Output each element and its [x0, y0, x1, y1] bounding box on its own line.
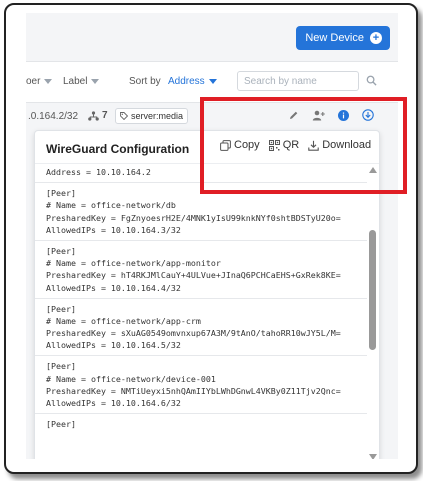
divider	[35, 297, 367, 299]
divider	[35, 182, 367, 184]
label-filter-label: Label	[63, 76, 88, 87]
peer-psk: PresharedKey = hT4RKJMlCauY+4ULVue+JInaQ…	[46, 270, 341, 281]
peer-header: [Peer]	[46, 361, 76, 372]
sort-by-label: Sort by	[129, 76, 161, 87]
top-bar: New Device +	[26, 13, 398, 62]
peer-header: [Peer]	[46, 245, 76, 256]
label-filter[interactable]: Label	[63, 76, 100, 87]
peer-block: [Peer] # Name = office-network/app-monit…	[35, 245, 367, 294]
peer-allowed-ips: AllowedIPs = 10.10.164.5/32	[46, 340, 181, 351]
peers-count: 7	[88, 110, 108, 121]
panel-header: WireGuard Configuration Copy QR Download	[35, 131, 379, 164]
peer-header: [Peer]	[46, 303, 76, 314]
peer-allowed-ips: AllowedIPs = 10.10.164.4/32	[46, 282, 181, 293]
panel-actions: Copy QR Download	[220, 139, 371, 151]
tag-icon	[120, 112, 128, 120]
device-ip: .0.164.2/32	[28, 111, 79, 122]
panel-title: WireGuard Configuration	[46, 142, 190, 156]
scrollbar-thumb[interactable]	[369, 230, 376, 350]
qr-button[interactable]: QR	[268, 139, 300, 151]
config-scrollbar[interactable]	[368, 164, 378, 459]
window-frame: New Device + oer Label Sort by Address S…	[4, 3, 418, 474]
peer-psk: PresharedKey = FgZnyoesrH2E/4MNK1yIsU99k…	[46, 212, 341, 223]
filter-bar: oer Label Sort by Address Search by name	[26, 62, 398, 103]
wireguard-config-panel: WireGuard Configuration Copy QR Download…	[34, 130, 380, 459]
divider	[35, 413, 367, 415]
caret-down-icon	[91, 79, 100, 84]
row-actions	[288, 109, 374, 121]
add-user-icon[interactable]	[312, 110, 325, 121]
copy-button[interactable]: Copy	[220, 139, 260, 151]
config-text[interactable]: Address = 10.10.164.2 [Peer] # Name = of…	[35, 164, 367, 459]
search-input[interactable]: Search by name	[237, 71, 359, 91]
peer-name: # Name = office-network/db	[46, 200, 176, 211]
search-placeholder: Search by name	[244, 75, 317, 87]
new-device-button[interactable]: New Device +	[296, 26, 390, 50]
app-area: New Device + oer Label Sort by Address S…	[26, 13, 398, 459]
caret-down-icon	[208, 79, 217, 84]
peer-name: # Name = office-network/device-001	[46, 373, 216, 384]
sort-select[interactable]: Address	[168, 76, 217, 87]
peer-block: [Peer] # Name = office-network/db Presha…	[35, 187, 367, 236]
divider	[35, 239, 367, 241]
peer-block: [Peer] # Name = office-network/app-crm P…	[35, 303, 367, 352]
download-button[interactable]: Download	[308, 139, 371, 151]
config-address-line: Address = 10.10.164.2	[46, 167, 151, 177]
peer-allowed-ips: AllowedIPs = 10.10.164.3/32	[46, 224, 181, 235]
sort-value: Address	[168, 76, 205, 87]
peers-icon	[88, 110, 99, 121]
sort-by-text: Sort by	[129, 76, 161, 87]
caret-down-icon	[44, 79, 53, 84]
peer-name: # Name = office-network/app-monitor	[46, 258, 221, 269]
peer-header: [Peer]	[46, 188, 76, 199]
divider	[35, 355, 367, 357]
plus-icon: +	[370, 32, 382, 44]
copy-label: Copy	[234, 139, 260, 151]
qr-icon	[268, 139, 280, 151]
peer-block: [Peer] # Name = office-network/device-00…	[35, 360, 367, 409]
new-device-label: New Device	[305, 32, 364, 44]
device-tag: server:media	[115, 108, 189, 124]
type-filter[interactable]: oer	[26, 76, 53, 87]
info-icon[interactable]	[338, 109, 349, 121]
search-icon[interactable]	[366, 75, 377, 86]
peer-name: # Name = office-network/app-crm	[46, 315, 201, 326]
download-circle-icon[interactable]	[362, 109, 374, 121]
edit-icon[interactable]	[288, 110, 299, 121]
copy-icon	[220, 139, 231, 151]
peer-psk: PresharedKey = sXuAG0549omvnxup67A3M/9tA…	[46, 328, 341, 339]
qr-label: QR	[282, 139, 300, 151]
peer-allowed-ips: AllowedIPs = 10.10.164.6/32	[46, 398, 181, 408]
peer-psk: PresharedKey = NMTiUeyxi5nhQAmIIYbLWhDGn…	[46, 385, 341, 396]
scroll-up-arrow-icon[interactable]	[369, 167, 377, 173]
device-tag-label: server:media	[131, 111, 184, 121]
peer-header: [Peer]	[46, 419, 76, 430]
type-filter-label: oer	[26, 76, 41, 87]
scroll-down-arrow-icon[interactable]	[369, 454, 377, 459]
peers-count-value: 7	[102, 110, 108, 121]
download-icon	[308, 140, 319, 151]
download-label: Download	[322, 139, 372, 151]
device-row[interactable]: .0.164.2/32 7 server:media	[26, 103, 398, 129]
